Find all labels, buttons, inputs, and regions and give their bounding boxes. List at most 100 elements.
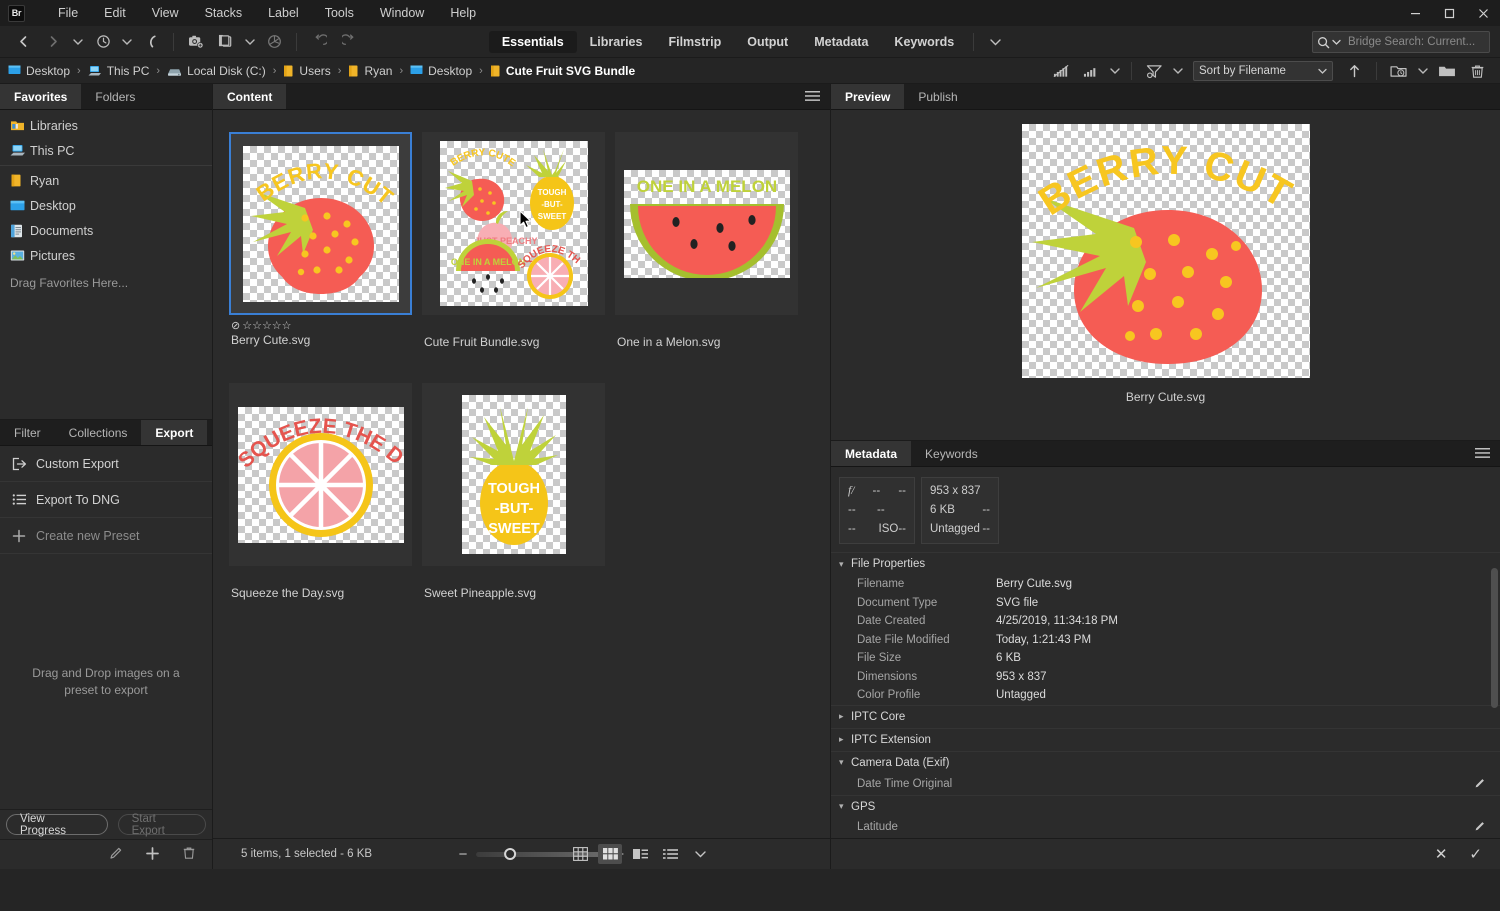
favorite-item-this-pc[interactable]: This PC <box>0 138 212 163</box>
export-row-export-to-dng[interactable]: Export To DNG <box>0 482 212 518</box>
recent-dropdown-chevron-icon[interactable] <box>120 30 134 54</box>
new-folder-icon[interactable] <box>1434 59 1460 83</box>
tab-content[interactable]: Content <box>213 84 287 109</box>
search-box[interactable] <box>1312 31 1500 53</box>
tab-metadata[interactable]: Metadata <box>831 441 912 466</box>
recent-folder-icon[interactable] <box>1386 59 1412 83</box>
pencil-icon[interactable] <box>109 846 123 863</box>
sort-select[interactable]: Sort by Filename <box>1193 61 1333 81</box>
breadcrumb-item-current-folder[interactable]: Cute Fruit SVG Bundle <box>490 64 635 78</box>
thumbnail-squeeze-the-day[interactable]: SQUEEZE THE DAY <box>229 383 412 566</box>
redo-icon[interactable] <box>336 30 362 54</box>
menu-file[interactable]: File <box>45 3 91 23</box>
recent-folder-chevron-icon[interactable] <box>1416 59 1430 83</box>
grid-item[interactable]: BERRY CUTE TOUGH -BUT- SWEET JUST PEACHY… <box>422 132 605 349</box>
close-button[interactable] <box>1466 0 1500 26</box>
tab-output[interactable]: Output <box>734 31 801 53</box>
workspace-more-chevron-icon[interactable] <box>980 31 1011 53</box>
tab-keywords[interactable]: Keywords <box>881 31 967 53</box>
search-scope-chevron-icon[interactable] <box>1332 39 1341 46</box>
filter-chevron-icon[interactable] <box>1108 59 1122 83</box>
metadata-section-gps[interactable]: ▾ GPS <box>831 794 1500 818</box>
nav-dropdown-chevron-icon[interactable] <box>70 30 86 54</box>
recent-history-icon[interactable] <box>90 30 116 54</box>
breadcrumb-item-this-pc[interactable]: This PC <box>88 64 149 78</box>
back-button[interactable] <box>10 30 36 54</box>
menu-stacks[interactable]: Stacks <box>192 3 256 23</box>
filter-items-icon[interactable] <box>1078 59 1104 83</box>
breadcrumb-item-ryan[interactable]: Ryan <box>348 64 392 78</box>
trash-icon[interactable] <box>1464 59 1490 83</box>
zoom-out-button[interactable]: − <box>459 846 468 863</box>
metadata-field[interactable]: Latitude <box>831 818 1500 837</box>
grid-item[interactable]: TOUGH -BUT- SWEET Sweet Pineapple.svg <box>422 383 605 600</box>
metadata-section-camera-data[interactable]: ▾ Camera Data (Exif) <box>831 750 1500 774</box>
pencil-icon[interactable] <box>1474 820 1486 835</box>
menu-help[interactable]: Help <box>437 3 489 23</box>
tab-preview[interactable]: Preview <box>831 84 905 109</box>
favorite-item-desktop[interactable]: Desktop <box>0 193 212 218</box>
tab-libraries[interactable]: Libraries <box>577 31 656 53</box>
grid-item[interactable]: BERRY CUTE ⊘ ☆☆☆☆☆ Berry Cute.svg <box>229 132 412 349</box>
minimize-button[interactable] <box>1398 0 1432 26</box>
tab-folders[interactable]: Folders <box>81 84 150 109</box>
tab-publish[interactable]: Publish <box>904 84 972 109</box>
metadata-scrollbar-thumb[interactable] <box>1491 568 1498 708</box>
grid-item[interactable]: ONE IN A MELON One in a Melon.svg <box>615 132 798 349</box>
sort-filter-chevron-icon[interactable] <box>1171 59 1185 83</box>
menu-view[interactable]: View <box>139 3 192 23</box>
view-progress-button[interactable]: View Progress <box>6 813 108 837</box>
slider-knob[interactable] <box>504 848 517 860</box>
view-chevron-icon[interactable] <box>688 844 712 864</box>
photo-downloader-icon[interactable] <box>261 30 287 54</box>
tab-export[interactable]: Export <box>141 420 208 445</box>
menu-label[interactable]: Label <box>255 3 312 23</box>
metadata-section-file-properties[interactable]: ▾ File Properties <box>831 552 1500 575</box>
content-menu-hamburger-icon[interactable] <box>805 90 820 105</box>
metadata-section-iptc-core[interactable]: ▸ IPTC Core <box>831 704 1500 728</box>
sort-ascending-icon[interactable] <box>1341 59 1367 83</box>
star-rating[interactable]: ☆☆☆☆☆ <box>242 319 291 332</box>
refine-dropdown-chevron-icon[interactable] <box>243 30 257 54</box>
favorite-item-pictures[interactable]: Pictures <box>0 243 212 268</box>
tab-filmstrip[interactable]: Filmstrip <box>655 31 734 53</box>
list-view-icon[interactable] <box>658 844 682 864</box>
tab-filter[interactable]: Filter <box>0 420 55 445</box>
grid-item[interactable]: SQUEEZE THE DAY Squeeze the Day.svg <box>229 383 412 600</box>
favorite-item-libraries[interactable]: Libraries <box>0 113 212 138</box>
metadata-section-iptc-extension[interactable]: ▸ IPTC Extension <box>831 727 1500 751</box>
pencil-icon[interactable] <box>1474 777 1486 792</box>
details-view-icon[interactable] <box>628 844 652 864</box>
tab-favorites[interactable]: Favorites <box>0 84 82 109</box>
forward-button[interactable] <box>40 30 66 54</box>
undo-icon[interactable] <box>306 30 332 54</box>
rating-filter-icon[interactable] <box>1048 59 1074 83</box>
metadata-scrollbar[interactable] <box>1491 556 1498 834</box>
breadcrumb-item-desktop-2[interactable]: Desktop <box>410 64 472 78</box>
rating-stars[interactable]: ⊘ ☆☆☆☆☆ <box>231 318 412 332</box>
thumbnail-view-icon[interactable] <box>598 844 622 864</box>
tab-essentials[interactable]: Essentials <box>488 30 577 53</box>
trash-icon[interactable] <box>182 846 196 863</box>
start-export-button[interactable]: Start Export <box>117 813 206 837</box>
reject-icon[interactable]: ⊘ <box>231 319 240 332</box>
apply-icon[interactable]: ✓ <box>1469 845 1482 863</box>
get-photos-from-camera-icon[interactable] <box>183 30 209 54</box>
refine-copies-icon[interactable] <box>213 30 239 54</box>
menu-tools[interactable]: Tools <box>312 3 367 23</box>
preview-image[interactable]: BERRY CUTE <box>1021 124 1310 378</box>
metadata-menu-hamburger-icon[interactable] <box>1475 447 1490 462</box>
export-row-custom-export[interactable]: Custom Export <box>0 446 212 482</box>
thumbnail-one-in-a-melon[interactable]: ONE IN A MELON <box>615 132 798 315</box>
menu-window[interactable]: Window <box>367 3 437 23</box>
maximize-button[interactable] <box>1432 0 1466 26</box>
plus-icon[interactable] <box>145 846 160 864</box>
boomerang-icon[interactable] <box>138 30 164 54</box>
metadata-field[interactable]: Longitude <box>831 837 1500 839</box>
sort-filter-icon[interactable] <box>1141 59 1167 83</box>
grid-lock-view-icon[interactable] <box>568 844 592 864</box>
tab-collections[interactable]: Collections <box>54 420 142 445</box>
search-input[interactable] <box>1343 36 1500 48</box>
metadata-field[interactable]: Date Time Original <box>831 774 1500 795</box>
breadcrumb-item-desktop[interactable]: Desktop <box>8 64 70 78</box>
